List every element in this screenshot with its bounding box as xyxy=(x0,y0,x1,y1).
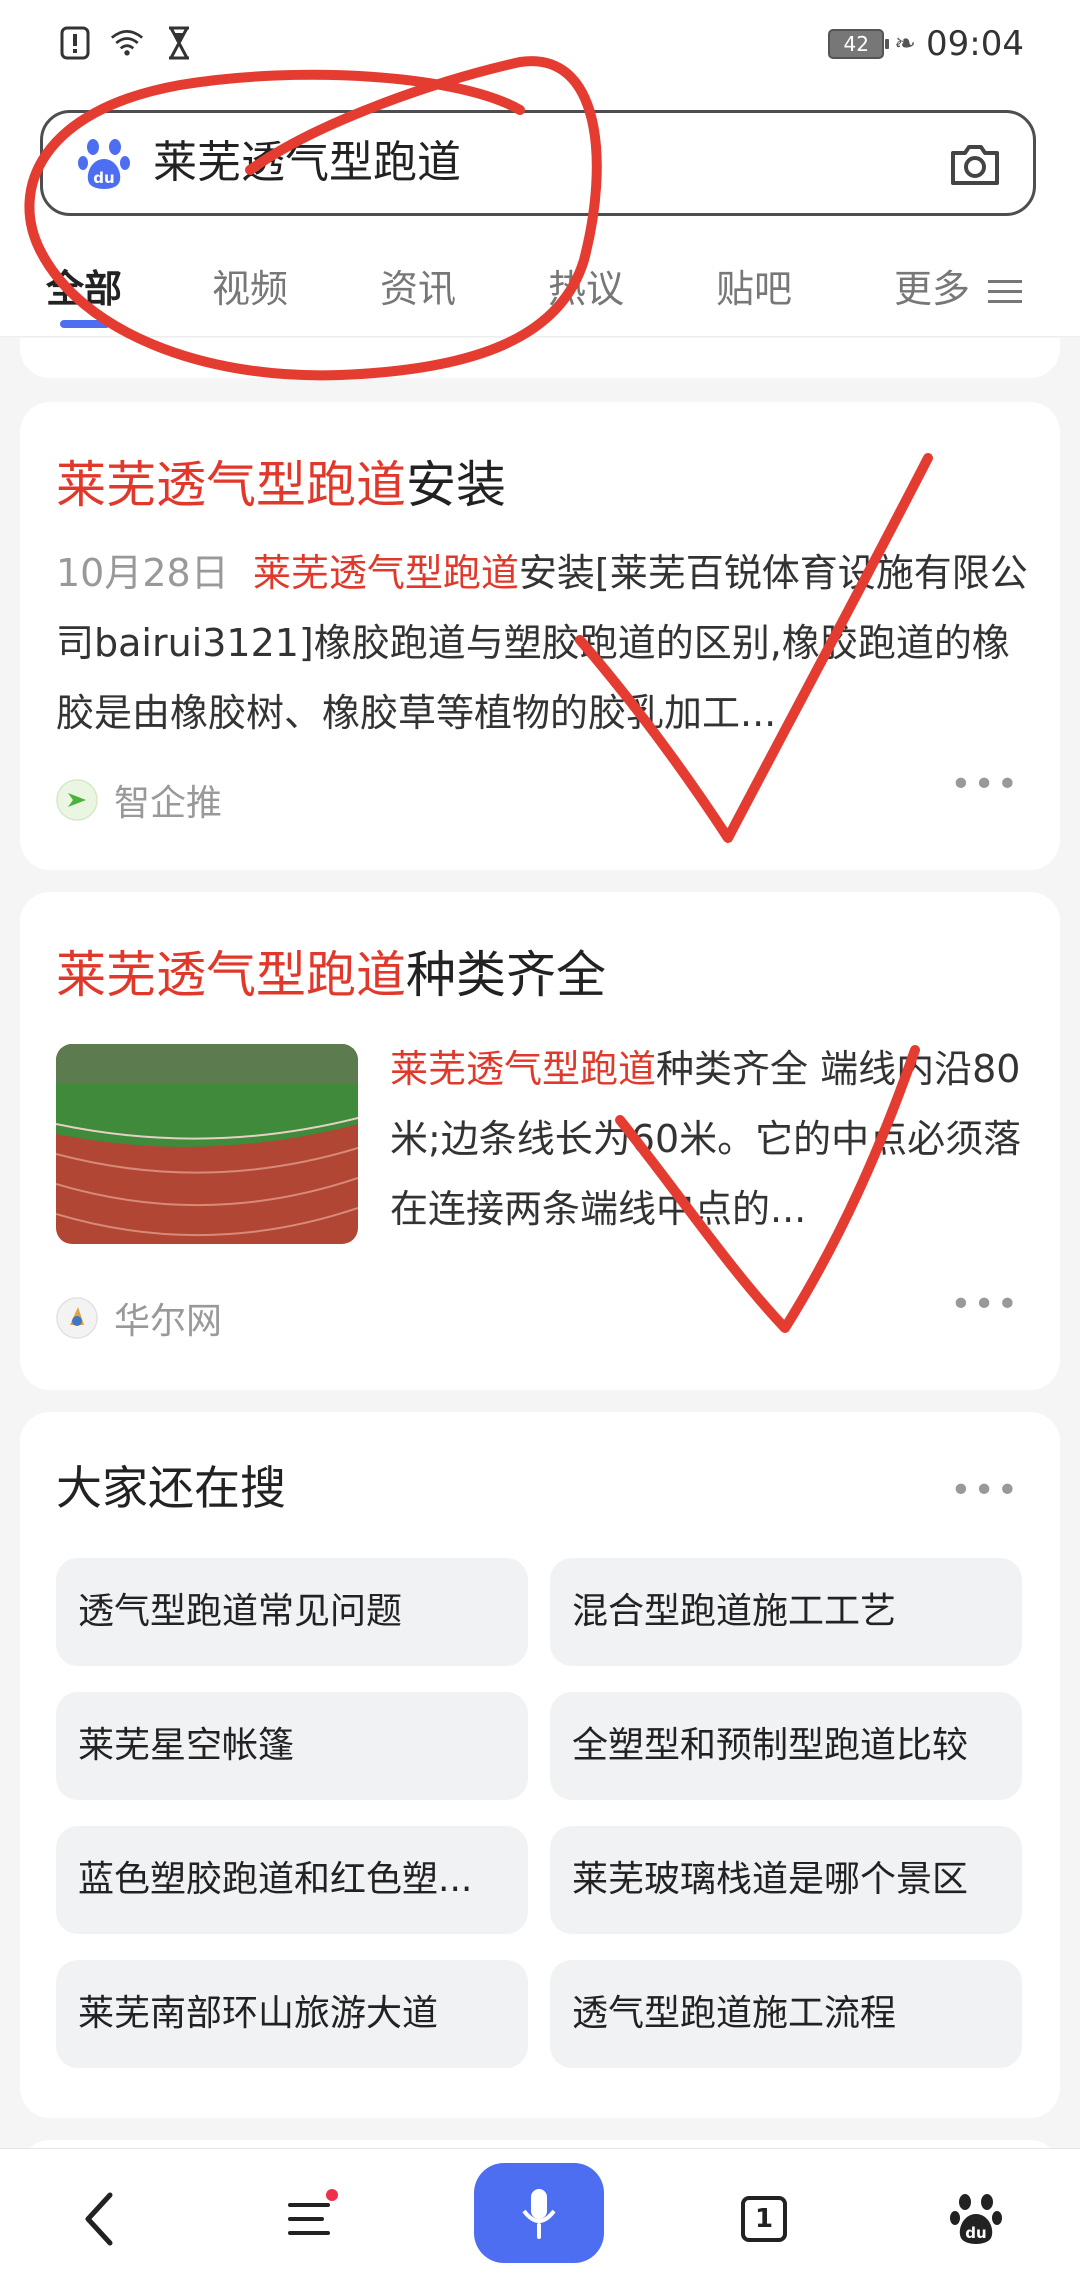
more-options-icon[interactable]: ••• xyxy=(950,764,1020,805)
svg-text:du: du xyxy=(93,169,114,187)
source-name: 华尔网 xyxy=(114,1301,223,1342)
tab-video[interactable]: 视频 xyxy=(212,244,288,334)
wifi-icon xyxy=(110,26,144,60)
leaf-icon: ❧ xyxy=(894,29,917,59)
result-thumbnail[interactable] xyxy=(56,1044,358,1244)
result-source[interactable]: 智企推 xyxy=(56,774,222,826)
clock: 09:04 xyxy=(926,24,1024,64)
related-search-item[interactable]: 莱芜玻璃栈道是哪个景区 xyxy=(550,1826,1022,1934)
related-search-item[interactable]: 透气型跑道常见问题 xyxy=(56,1558,528,1666)
result-title[interactable]: 莱芜透气型跑道安装 xyxy=(56,450,506,520)
search-result-card[interactable]: 莱芜透气型跑道安装 10月28日 莱芜透气型跑道安装[莱芜百锐体育设施有限公司b… xyxy=(20,402,1060,870)
related-search-item[interactable]: 蓝色塑胶跑道和红色塑... xyxy=(56,1826,528,1934)
result-title[interactable]: 莱芜透气型跑道种类齐全 xyxy=(56,940,606,1010)
windows-tab-button[interactable]: 1 xyxy=(714,2169,814,2269)
svg-text:du: du xyxy=(965,2224,986,2242)
result-source[interactable]: 华尔网 xyxy=(56,1292,222,1344)
baidu-paw-icon: du xyxy=(77,137,131,191)
hourglass-icon xyxy=(162,26,196,60)
bottom-navigation: 1 du xyxy=(0,2148,1080,2281)
related-searches-heading: 大家还在搜 xyxy=(56,1461,286,1515)
result-date: 10月28日 xyxy=(56,551,229,595)
more-options-icon[interactable]: ••• xyxy=(950,1470,1020,1511)
related-search-item[interactable]: 莱芜南部环山旅游大道 xyxy=(56,1960,528,2068)
tab-discussion[interactable]: 热议 xyxy=(548,244,624,334)
related-search-item[interactable]: 莱芜星空帐篷 xyxy=(56,1692,528,1800)
tab-more-label: 更多 xyxy=(894,267,971,311)
result-description: 莱芜透气型跑道种类齐全 端线内沿80米;边条线长为60米。它的中点必须落在连接两… xyxy=(390,1047,1022,1231)
feed-menu-icon[interactable] xyxy=(262,2169,362,2269)
search-result-card[interactable]: 莱芜透气型跑道种类齐全 莱芜透气型跑道种类齐全 端线内沿80米;边条线长为60米… xyxy=(20,892,1060,1390)
alert-icon xyxy=(58,26,92,60)
related-searches-card: 大家还在搜 ••• 透气型跑道常见问题 混合型跑道施工工艺 莱芜星空帐篷 全塑型… xyxy=(20,1412,1060,2118)
search-header: du 莱芜透气型跑道 全部 视频 资讯 热议 贴吧 更多 xyxy=(0,96,1080,337)
source-name: 智企推 xyxy=(114,783,223,824)
related-search-item[interactable]: 混合型跑道施工工艺 xyxy=(550,1558,1022,1666)
source-logo-icon xyxy=(56,779,98,821)
search-query[interactable]: 莱芜透气型跑道 xyxy=(153,133,461,193)
more-options-icon[interactable]: ••• xyxy=(950,1284,1020,1325)
related-search-item[interactable]: 透气型跑道施工流程 xyxy=(550,1960,1022,2068)
search-tabs: 全部 视频 资讯 热议 贴吧 更多 xyxy=(0,244,1080,334)
voice-search-button[interactable] xyxy=(474,2163,604,2263)
status-bar: 42 ❧ 09:04 xyxy=(0,0,1080,96)
camera-icon[interactable] xyxy=(947,137,1003,193)
battery-icon: 42 xyxy=(828,29,890,59)
result-description: 10月28日 莱芜透气型跑道安装[莱芜百锐体育设施有限公司bairui3121]… xyxy=(56,551,1028,735)
microphone-icon xyxy=(522,2189,556,2239)
tab-tieba[interactable]: 贴吧 xyxy=(716,244,792,334)
previous-result-card xyxy=(20,338,1060,378)
tab-news[interactable]: 资讯 xyxy=(380,244,456,334)
tab-count: 1 xyxy=(741,2196,787,2242)
tab-more[interactable]: 更多 xyxy=(894,244,1023,334)
menu-lines-icon xyxy=(988,273,1023,310)
back-icon[interactable] xyxy=(50,2169,150,2269)
tab-active-indicator xyxy=(60,320,110,328)
baidu-home-icon[interactable]: du xyxy=(926,2169,1026,2269)
related-search-item[interactable]: 全塑型和预制型跑道比较 xyxy=(550,1692,1022,1800)
source-logo-icon xyxy=(56,1297,98,1339)
search-input[interactable]: du 莱芜透气型跑道 xyxy=(40,110,1036,216)
